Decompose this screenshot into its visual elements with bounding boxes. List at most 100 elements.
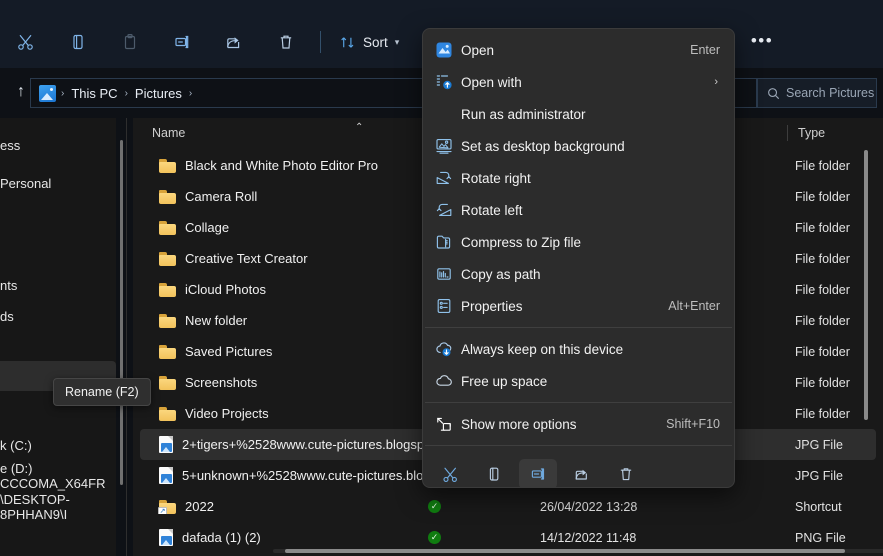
share-button[interactable]	[208, 25, 260, 59]
menu-divider	[425, 445, 732, 446]
file-type-cell: File folder	[795, 221, 850, 235]
folder-icon	[159, 159, 176, 173]
menu-item-set-as-desktop-background[interactable]: Set as desktop background	[427, 130, 730, 162]
chevron-right-icon: ›	[714, 76, 730, 88]
pictures-folder-icon	[39, 85, 56, 102]
file-name-label: Saved Pictures	[185, 344, 272, 359]
cut-button[interactable]	[0, 25, 52, 59]
column-header-name[interactable]: Name	[152, 126, 185, 140]
breadcrumb-item-this-pc[interactable]: This PC	[69, 86, 119, 101]
rename-button[interactable]	[156, 25, 208, 59]
column-header-type[interactable]: Type	[798, 126, 825, 140]
file-list-scrollbar[interactable]	[864, 150, 868, 420]
nav-item-0[interactable]: ess	[0, 130, 116, 160]
context-menu: OpenEnterOpen with›Run as administratorS…	[422, 28, 735, 488]
file-name-label: iCloud Photos	[185, 282, 266, 297]
file-type-cell: File folder	[795, 345, 850, 359]
search-input[interactable]: Search Pictures	[786, 86, 874, 100]
delete-mini-button[interactable]	[607, 459, 645, 488]
menu-item-compress-to-zip-file[interactable]: Compress to Zip file	[427, 226, 730, 258]
file-name-label: Collage	[185, 220, 229, 235]
file-name-label: dafada (1) (2)	[182, 530, 261, 545]
menu-item-open[interactable]: OpenEnter	[427, 34, 730, 66]
properties-icon	[427, 297, 461, 315]
breadcrumb-separator[interactable]: ›	[188, 88, 193, 99]
paste-button[interactable]	[104, 25, 156, 59]
table-row[interactable]: ↗202226/04/2022 13:28Shortcut	[140, 491, 876, 522]
menu-item-run-as-administrator[interactable]: Run as administrator	[427, 98, 730, 130]
menu-item-label: Run as administrator	[461, 107, 730, 122]
file-type-cell: File folder	[795, 376, 850, 390]
menu-item-free-up-space[interactable]: Free up space	[427, 365, 730, 397]
file-name-label: 5+unknown+%2528www.cute-pictures.blogsp	[182, 468, 444, 483]
nav-item-label: ds	[0, 309, 14, 324]
nav-item-3[interactable]: ds	[0, 301, 116, 331]
column-divider[interactable]	[787, 125, 788, 141]
folder-icon	[159, 314, 176, 328]
nav-item-7[interactable]: \DESKTOP-8PHHAN9\I	[0, 492, 116, 522]
nav-item-label: k (C:)	[0, 438, 32, 453]
menu-item-open-with[interactable]: Open with›	[427, 66, 730, 98]
horizontal-scrollbar[interactable]	[285, 549, 845, 553]
menu-item-label: Open with	[461, 75, 714, 90]
up-arrow-icon: ↑	[17, 83, 25, 101]
menu-item-label: Rotate right	[461, 171, 730, 186]
menu-item-copy-as-path[interactable]: Copy as path	[427, 258, 730, 290]
cut-mini-button[interactable]	[431, 459, 469, 488]
see-more-button[interactable]: •••	[745, 27, 779, 55]
file-type-cell: JPG File	[795, 438, 843, 452]
nav-item-6[interactable]: e (D:) CCCOMA_X64FR	[0, 461, 116, 491]
cloud-icon	[427, 372, 461, 390]
menu-divider	[425, 402, 732, 403]
copy-mini-button[interactable]	[475, 459, 513, 488]
file-date-cell: 26/04/2022 13:28	[540, 500, 637, 514]
command-bar-buttons: Sort ▾ V	[0, 20, 482, 64]
nav-scrollbar[interactable]	[120, 140, 123, 485]
nav-divider	[126, 118, 127, 556]
rename-mini-button[interactable]	[519, 459, 557, 488]
folder-icon	[159, 190, 176, 204]
copy-button[interactable]	[52, 25, 104, 59]
share-mini-button[interactable]	[563, 459, 601, 488]
menu-item-rotate-right[interactable]: Rotate right	[427, 162, 730, 194]
menu-item-always-keep-on-this-device[interactable]: Always keep on this device	[427, 333, 730, 365]
more-options-icon	[427, 415, 461, 433]
file-type-cell: File folder	[795, 190, 850, 204]
cloud-synced-icon	[428, 531, 441, 544]
rotate-left-icon	[427, 201, 461, 219]
menu-item-rotate-left[interactable]: Rotate left	[427, 194, 730, 226]
sort-button[interactable]: Sort ▾	[329, 25, 409, 59]
file-name-label: New folder	[185, 313, 247, 328]
menu-item-label: Copy as path	[461, 267, 730, 282]
rename-icon	[172, 32, 192, 52]
folder-shortcut-icon: ↗	[159, 500, 176, 514]
ellipsis-icon: •••	[751, 31, 773, 51]
image-file-icon	[159, 436, 173, 453]
menu-item-label: Free up space	[461, 374, 730, 389]
file-name-label: Creative Text Creator	[185, 251, 308, 266]
nav-item-1[interactable]: Personal	[0, 168, 116, 198]
search-box[interactable]: Search Pictures	[757, 78, 877, 108]
folder-icon	[159, 376, 176, 390]
breadcrumb-item-pictures[interactable]: Pictures	[133, 86, 184, 101]
nav-item-label: \DESKTOP-8PHHAN9\I	[0, 492, 116, 522]
file-explorer-window: Sort ▾ V ••• ↑ › This PC › Pictures ›	[0, 0, 883, 556]
nav-item-2[interactable]: nts	[0, 270, 116, 300]
context-menu-mini-toolbar	[423, 451, 734, 488]
file-name-label: Black and White Photo Editor Pro	[185, 158, 378, 173]
image-open-icon	[427, 41, 461, 59]
rename-icon	[529, 465, 547, 483]
file-type-cell: File folder	[795, 407, 850, 421]
menu-item-properties[interactable]: PropertiesAlt+Enter	[427, 290, 730, 322]
file-name-label: Camera Roll	[185, 189, 257, 204]
file-name-label: 2+tigers+%2528www.cute-pictures.blogspot…	[182, 437, 445, 452]
file-name-cell: dafada (1) (2)	[140, 529, 580, 546]
folder-icon	[159, 283, 176, 297]
search-icon	[767, 87, 780, 100]
nav-item-5[interactable]: k (C:)	[0, 430, 116, 460]
menu-item-label: Show more options	[461, 417, 666, 432]
file-type-cell: File folder	[795, 252, 850, 266]
menu-item-show-more-options[interactable]: Show more optionsShift+F10	[427, 408, 730, 440]
toolbar-divider	[320, 31, 321, 53]
delete-button[interactable]	[260, 25, 312, 59]
